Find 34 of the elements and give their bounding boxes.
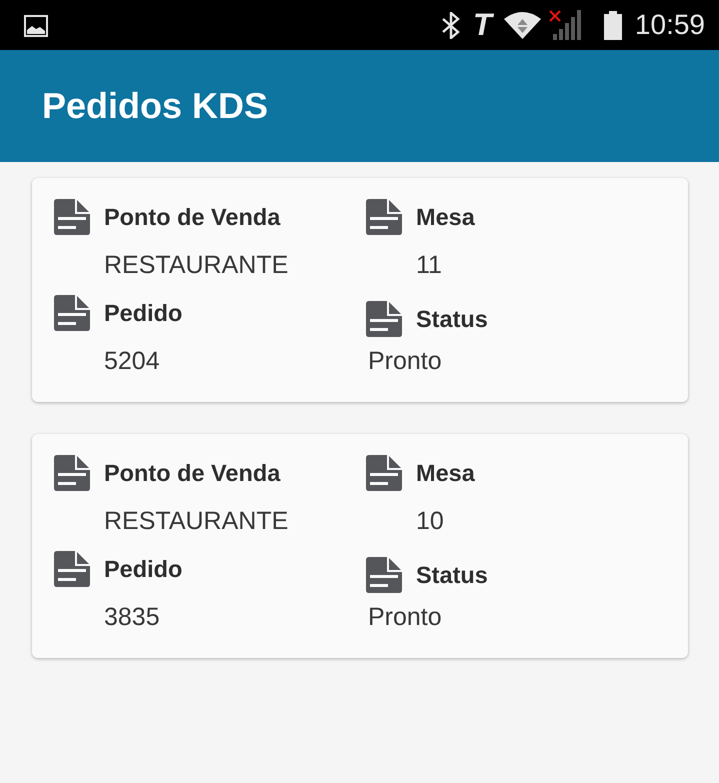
document-icon [366, 455, 402, 491]
field-value: RESTAURANTE [104, 506, 288, 536]
field-label: Ponto de Venda [104, 459, 280, 488]
wifi-icon [504, 12, 541, 38]
no-signal-icon [548, 10, 581, 40]
document-icon [54, 295, 90, 331]
field-label: Pedido [104, 555, 182, 584]
battery-icon [604, 10, 622, 40]
field-label: Pedido [104, 299, 182, 328]
app-title: Pedidos KDS [42, 85, 268, 127]
clock-time: 10:59 [634, 9, 705, 41]
field-label: Mesa [416, 459, 475, 488]
document-icon [54, 455, 90, 491]
order-card[interactable]: Ponto de Venda RESTAURANTE Pedido 3835 Mesa 10 Status Pronto [32, 434, 688, 658]
field-label: Status [416, 305, 488, 334]
document-icon [54, 551, 90, 587]
field-value: Pronto [368, 602, 442, 632]
field-label: Mesa [416, 203, 475, 232]
field-label: Ponto de Venda [104, 203, 280, 232]
notification-glyph: T [472, 9, 492, 41]
document-icon [366, 557, 402, 593]
field-value: 5204 [104, 346, 160, 376]
picture-icon [24, 14, 48, 36]
field-value: 3835 [104, 602, 160, 632]
field-value: 11 [416, 250, 442, 280]
document-icon [366, 199, 402, 235]
field-label: Status [416, 561, 488, 590]
document-icon [54, 199, 90, 235]
field-value: RESTAURANTE [104, 250, 288, 280]
field-value: 10 [416, 506, 444, 536]
order-card[interactable]: Ponto de Venda RESTAURANTE Pedido 5204 Mesa 11 Status Pronto [32, 178, 688, 402]
field-value: Pronto [368, 346, 442, 376]
document-icon [366, 301, 402, 337]
bluetooth-icon [440, 12, 461, 38]
